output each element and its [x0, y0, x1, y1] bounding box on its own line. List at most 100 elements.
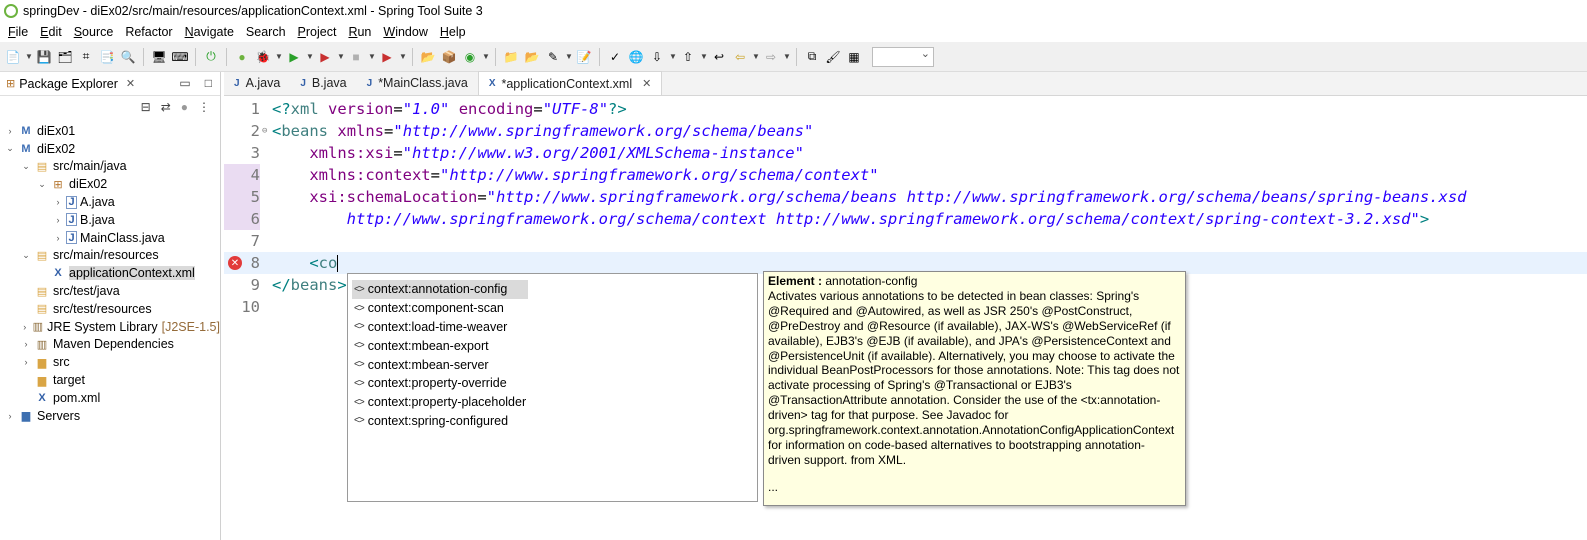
editor-tab[interactable]: J *MainClass.java — [357, 71, 478, 95]
open-type-icon[interactable]: ⌗ — [77, 48, 95, 66]
tree-item[interactable]: Xpom.xml — [0, 389, 220, 407]
menu-run[interactable]: Run — [342, 25, 377, 39]
content-assist-item[interactable]: <> context:mbean-export — [352, 336, 753, 355]
toolbar-combo-box[interactable] — [872, 46, 934, 67]
code-line[interactable]: 3 xmlns:xsi="http://www.w3.org/2001/XMLS… — [224, 142, 1587, 164]
expanded-arrow-icon[interactable]: ⌄ — [20, 161, 32, 172]
focus-task-icon[interactable]: ● — [181, 100, 188, 114]
content-assist-item[interactable]: <> context:property-override — [352, 374, 753, 393]
code-line[interactable]: 5 xsi:schemaLocation="http://www.springf… — [224, 186, 1587, 208]
code-line[interactable]: 4 xmlns:context="http://www.springframew… — [224, 164, 1587, 186]
tree-item[interactable]: ▤ src/test/resources — [0, 300, 220, 318]
expanded-arrow-icon[interactable]: ⌄ — [4, 143, 16, 154]
next-annotation-icon[interactable]: ⇩ — [648, 48, 666, 66]
maximize-icon[interactable]: □ — [205, 76, 212, 90]
annotation-icon[interactable]: 📝 — [575, 48, 593, 66]
content-assist-item[interactable]: <> context:mbean-server — [352, 355, 753, 374]
code-line[interactable]: 7 — [224, 230, 1587, 252]
save-icon[interactable]: 💾 — [35, 48, 53, 66]
run-dropdown-icon[interactable]: ▼ — [306, 52, 314, 61]
editor-tab[interactable]: J B.java — [290, 71, 356, 95]
minimize-icon[interactable]: ▭ — [179, 76, 190, 90]
tree-item[interactable]: ▤ src/test/java — [0, 282, 220, 300]
pencil-icon[interactable]: ✎ — [544, 48, 562, 66]
collapsed-arrow-icon[interactable]: › — [52, 233, 64, 243]
new-class-dropdown-icon[interactable]: ▼ — [482, 52, 490, 61]
collapsed-arrow-icon[interactable]: › — [52, 215, 64, 225]
code-line[interactable]: 6 http://www.springframework.org/schema/… — [224, 208, 1587, 230]
menu-window[interactable]: Window — [377, 25, 433, 39]
console-icon[interactable]: 🖥 — [150, 48, 168, 66]
collapsed-arrow-icon[interactable]: › — [4, 411, 16, 421]
content-assist-item[interactable]: <> context:spring-configured — [352, 412, 753, 431]
forward-dropdown-icon[interactable]: ▼ — [783, 52, 791, 61]
code-line[interactable]: 2 ⊖ <beans xmlns="http://www.springframewo… — [224, 120, 1587, 142]
spring-boot-icon[interactable]: ● — [233, 48, 251, 66]
collapsed-arrow-icon[interactable]: › — [20, 322, 30, 332]
link-with-editor-icon[interactable]: ⇄ — [161, 100, 171, 114]
view-menu-icon[interactable]: ⋮ — [198, 100, 210, 114]
coverage-dropdown-icon[interactable]: ▼ — [337, 52, 345, 61]
back-icon[interactable]: ⇦ — [731, 48, 749, 66]
fold-toggle-icon[interactable]: ⊖ — [262, 126, 272, 136]
error-marker-icon[interactable]: ✕ — [228, 256, 242, 270]
menu-search[interactable]: Search — [240, 25, 292, 39]
expanded-arrow-icon[interactable]: ⌄ — [20, 250, 32, 261]
open-project-icon[interactable]: 📂 — [523, 48, 541, 66]
pencil-dropdown-icon[interactable]: ▼ — [565, 52, 573, 61]
open-folder-icon[interactable]: 📁 — [502, 48, 520, 66]
tree-item[interactable]: › J MainClass.java — [0, 229, 220, 247]
menu-file[interactable]: File — [2, 25, 34, 39]
expanded-arrow-icon[interactable]: ⌄ — [36, 179, 48, 190]
menu-refactor[interactable]: Refactor — [119, 25, 178, 39]
debug-icon[interactable]: 🐞 — [254, 48, 272, 66]
grid-icon[interactable]: ▦ — [845, 48, 863, 66]
terminal-icon[interactable]: ⌨ — [171, 48, 189, 66]
stop-dropdown-icon[interactable]: ▼ — [368, 52, 376, 61]
menu-source[interactable]: Source — [68, 25, 120, 39]
run-icon[interactable]: ▶ — [285, 48, 303, 66]
next-annotation-dropdown-icon[interactable]: ▼ — [669, 52, 677, 61]
collapsed-arrow-icon[interactable]: › — [20, 357, 32, 367]
new-class-icon[interactable]: ◉ — [461, 48, 479, 66]
toggle-mark-icon[interactable]: ✓ — [606, 48, 624, 66]
tree-item[interactable]: ⌄ MdiEx02 — [0, 140, 220, 158]
collapse-all-icon[interactable]: ⊟ — [141, 100, 151, 114]
new-package-icon[interactable]: 📦 — [440, 48, 458, 66]
menu-edit[interactable]: Edit — [34, 25, 68, 39]
forward-icon[interactable]: ⇨ — [762, 48, 780, 66]
tree-item[interactable]: ⌄ ▤ src/main/java — [0, 158, 220, 176]
content-assist-item[interactable]: <> context:property-placeholder — [352, 393, 753, 412]
tree-item[interactable]: ⌄ ▤ src/main/resources — [0, 247, 220, 265]
brush-icon[interactable]: 🖌 — [824, 48, 842, 66]
menu-navigate[interactable]: Navigate — [179, 25, 240, 39]
content-assist-item[interactable]: <> context:annotation-config — [352, 280, 528, 299]
coverage-icon[interactable]: ▶ — [316, 48, 334, 66]
external-tools-dropdown-icon[interactable]: ▼ — [399, 52, 407, 61]
tree-item[interactable]: › ▆ src — [0, 353, 220, 371]
stop-icon[interactable]: ■ — [347, 48, 365, 66]
tree-item[interactable]: › MdiEx01 — [0, 122, 220, 140]
code-line[interactable]: 1 <?xml version="1.0" encoding="UTF-8"?> — [224, 98, 1587, 120]
tree-item[interactable]: ▆ target — [0, 371, 220, 389]
menu-help[interactable]: Help — [434, 25, 472, 39]
tree-item[interactable]: › ▆ Servers — [0, 407, 220, 425]
tree-item[interactable]: › J A.java — [0, 193, 220, 211]
tree-item[interactable]: › ▥ JRE System Library [J2SE-1.5] — [0, 318, 220, 336]
globe-icon[interactable]: 🌐 — [627, 48, 645, 66]
close-icon[interactable]: ✕ — [126, 77, 135, 90]
prev-annotation-icon[interactable]: ⇧ — [679, 48, 697, 66]
tree-item[interactable]: › ▥ Maven Dependencies — [0, 336, 220, 354]
collapsed-arrow-icon[interactable]: › — [20, 339, 32, 349]
back-dropdown-icon[interactable]: ▼ — [752, 52, 760, 61]
new-dropdown-icon[interactable]: ▼ — [25, 52, 33, 61]
external-tools-icon[interactable]: ▶ — [378, 48, 396, 66]
menu-project[interactable]: Project — [292, 25, 343, 39]
search-icon[interactable]: 🔍 — [119, 48, 137, 66]
prev-annotation-dropdown-icon[interactable]: ▼ — [700, 52, 708, 61]
editor-tab[interactable]: X *applicationContext.xml ✕ — [477, 71, 663, 95]
tree-item[interactable]: XapplicationContext.xml — [0, 264, 220, 282]
open-perspective-icon[interactable]: ⧉ — [803, 48, 821, 66]
editor-tab[interactable]: J A.java — [224, 71, 290, 95]
collapsed-arrow-icon[interactable]: › — [52, 197, 64, 207]
